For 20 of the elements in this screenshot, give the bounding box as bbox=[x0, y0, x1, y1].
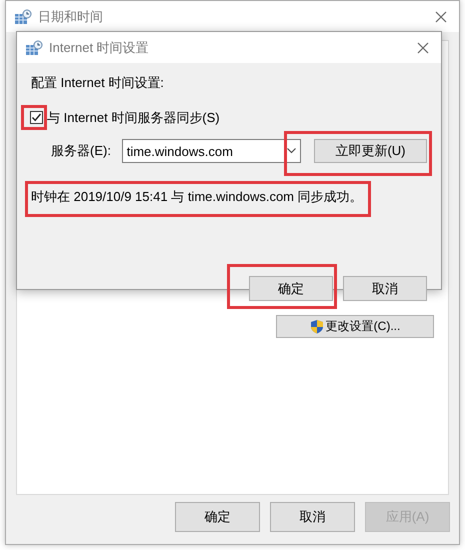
calendar-clock-icon bbox=[14, 8, 32, 24]
server-combobox[interactable]: time.windows.com bbox=[122, 139, 301, 163]
shield-icon bbox=[310, 319, 324, 334]
close-icon[interactable] bbox=[417, 42, 429, 54]
chevron-down-icon bbox=[287, 148, 296, 154]
sync-checkbox[interactable] bbox=[30, 110, 43, 124]
status-message: 时钟在 2019/10/9 15:41 与 time.windows.com 同步成功。 bbox=[31, 188, 363, 206]
calendar-clock-icon bbox=[25, 40, 43, 56]
close-icon[interactable] bbox=[435, 10, 447, 22]
cancel-button[interactable]: 取消 bbox=[343, 276, 427, 301]
ok-button[interactable]: 确定 bbox=[249, 276, 333, 301]
cancel-button[interactable]: 取消 bbox=[270, 502, 355, 532]
ok-button[interactable]: 确定 bbox=[175, 502, 260, 532]
update-now-button[interactable]: 立即更新(U) bbox=[314, 139, 427, 163]
server-label: 服务器(E): bbox=[51, 142, 112, 160]
window-title: 日期和时间 bbox=[38, 8, 104, 26]
checkbox-label: 与 Internet 时间服务器同步(S) bbox=[47, 109, 220, 127]
section-heading: 配置 Internet 时间设置: bbox=[31, 74, 165, 92]
change-settings-button[interactable]: 更改设置(C)... bbox=[276, 315, 434, 338]
dialog-title: Internet 时间设置 bbox=[49, 38, 150, 56]
